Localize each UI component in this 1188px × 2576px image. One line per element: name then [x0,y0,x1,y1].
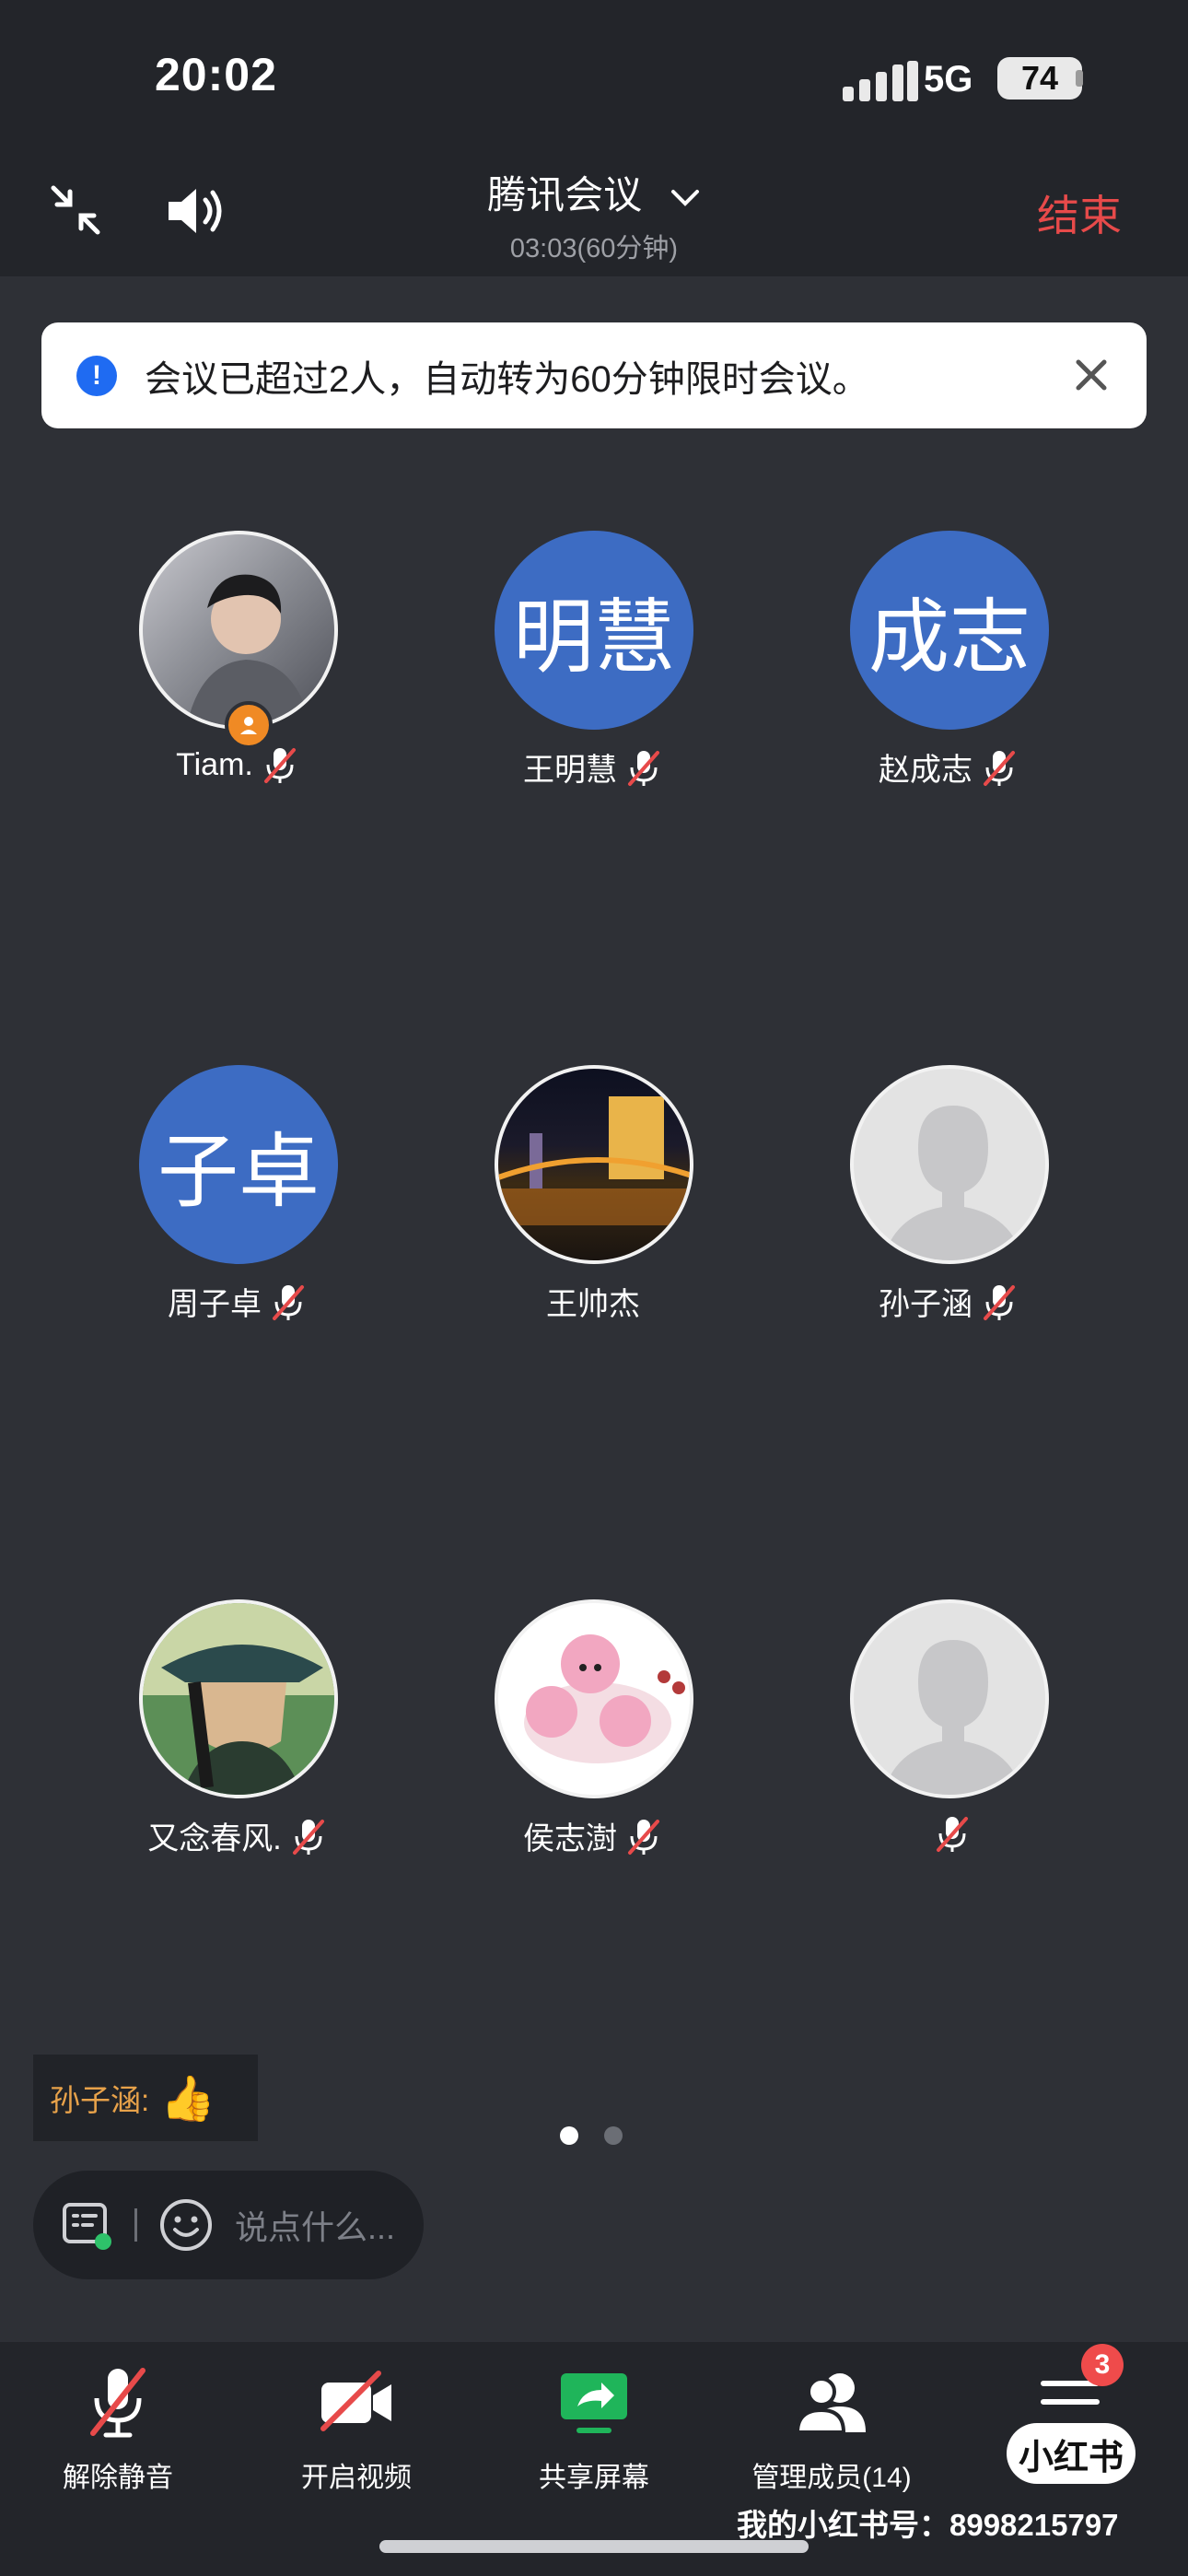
participant-tile[interactable]: Tiam. [99,531,376,807]
avatar [495,1599,693,1798]
participant-tile[interactable]: 成志 赵成志 [810,531,1087,807]
start-video-button[interactable]: 开启视频 [255,2360,458,2495]
avatar [495,1065,693,1264]
share-screen-icon [561,2373,627,2433]
avatar-initials: 子卓 [139,1065,338,1264]
home-indicator[interactable] [379,2540,809,2553]
end-meeting-button[interactable]: 结束 [1037,182,1122,243]
participant-tile[interactable]: 侯志澍 [455,1599,731,1876]
participant-name-row: 周子卓 [99,1279,376,1324]
chat-input-placeholder[interactable]: 说点什么... [235,2201,395,2249]
mic-muted-icon [628,750,659,786]
watermark-account: 我的小红书号：8998215797 [737,2508,1119,2542]
xiaohongshu-logo: 小红书 [1007,2423,1136,2484]
participant-name-row: 孙子涵 [810,1279,1087,1324]
avatar [139,531,338,730]
share-screen-label: 共享屏幕 [539,2463,649,2493]
cellular-signal-icon [843,61,918,101]
mic-muted-icon [628,1819,659,1855]
participant-name-row [810,1813,1087,1854]
network-type: 5G [924,59,973,100]
share-screen-button[interactable]: 共享屏幕 [493,2360,695,2495]
participant-name: 周子卓 [168,1287,262,1322]
chat-sender: 孙子涵: [50,2083,150,2117]
mic-muted-icon [90,2368,146,2438]
video-off-icon [320,2371,391,2431]
mic-muted-icon [984,750,1015,786]
unmute-button[interactable]: 解除静音 [17,2360,219,2495]
participant-tile[interactable]: 王帅杰 [455,1065,731,1341]
participant-name: 侯志澍 [523,1821,617,1856]
separator [134,2208,137,2242]
mic-muted-icon [984,1284,1015,1320]
mic-muted-icon [292,1819,324,1855]
avatar [139,1599,338,1798]
avatar-initials: 成志 [850,531,1049,730]
participant-tile[interactable]: 明慧 王明慧 [455,531,731,807]
chat-list-icon[interactable] [59,2197,114,2253]
manage-members-label: 管理成员(14) [751,2463,912,2493]
host-badge-icon [225,701,273,749]
page-dot[interactable] [560,2126,578,2145]
thumbs-up-icon: 👍 [160,2074,215,2124]
mic-muted-icon [937,1817,968,1852]
notice-message: 会议已超过2人，自动转为60分钟限时会议。 [145,358,869,400]
participant-name: 王明慧 [523,753,617,788]
participant-tile[interactable]: 孙子涵 [810,1065,1087,1341]
participant-tile[interactable]: 又念春风. [99,1599,376,1876]
chat-input-bar[interactable]: 说点什么... [33,2171,424,2279]
participant-name: Tiam. [176,746,253,782]
participant-name: 又念春风. [147,1821,282,1856]
default-avatar-icon [850,1599,1049,1798]
battery-level: 74 [997,57,1082,100]
status-time: 20:02 [155,49,277,100]
mic-muted-icon [273,1284,304,1320]
page-indicator[interactable] [560,2126,623,2145]
members-icon [795,2373,866,2434]
emoji-icon[interactable] [157,2196,215,2254]
close-icon[interactable] [1071,355,1112,395]
chevron-down-icon [670,189,699,206]
unmute-label: 解除静音 [63,2463,173,2493]
mic-muted-icon [263,748,296,783]
notice-banner: ! 会议已超过2人，自动转为60分钟限时会议。 [41,322,1147,428]
participant-name: 孙子涵 [879,1287,973,1322]
manage-members-button[interactable]: 管理成员(14) [730,2360,933,2495]
participant-name-row: 王明慧 [455,744,731,790]
participant-tile[interactable] [810,1599,1087,1876]
participant-name-row: 赵成志 [810,744,1087,790]
meeting-title: 腾讯会议 [487,173,643,217]
default-avatar-icon [850,1065,1049,1264]
meeting-duration: 03:03(60分钟) [509,234,679,263]
info-icon: ! [76,355,117,396]
avatar-initials: 明慧 [495,531,693,730]
participant-name-row: 侯志澍 [455,1813,731,1858]
chat-message: 孙子涵: 👍 [33,2055,258,2141]
participant-name-row: Tiam. [99,744,376,785]
start-video-label: 开启视频 [301,2463,412,2493]
participant-tile[interactable]: 子卓 周子卓 [99,1065,376,1341]
meeting-title-dropdown[interactable]: 腾讯会议 [0,164,1188,220]
participant-name-row: 又念春风. [99,1813,376,1858]
page-dot[interactable] [604,2126,623,2145]
battery-tip [1076,70,1083,87]
notification-badge: 3 [1081,2344,1124,2386]
participant-name-row: 王帅杰 [455,1279,731,1324]
participant-name: 赵成志 [879,753,973,788]
participant-name: 王帅杰 [546,1287,640,1322]
